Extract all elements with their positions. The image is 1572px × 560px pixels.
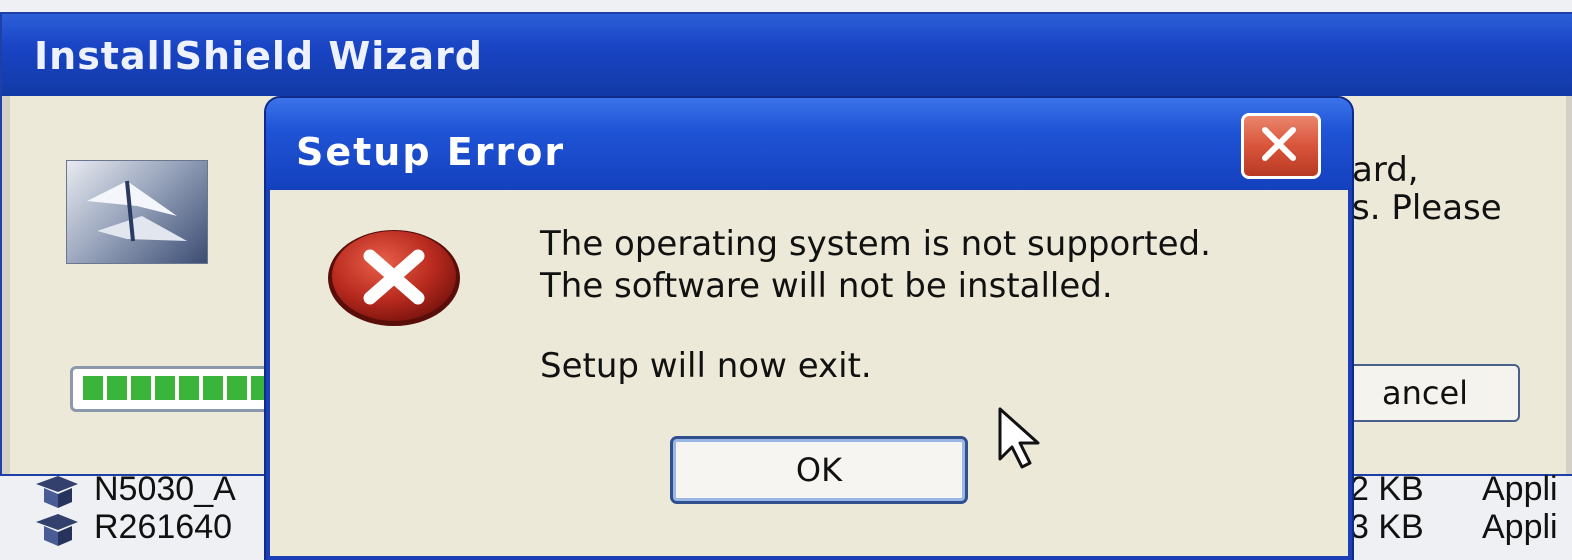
file-name: N5030_A xyxy=(94,470,236,508)
installshield-titlebar[interactable]: InstallShield Wizard xyxy=(2,14,1572,96)
setup-error-dialog: Setup Error The operating system is not … xyxy=(266,98,1352,560)
installshield-logo-icon xyxy=(66,160,208,264)
application-icon xyxy=(34,512,80,548)
installshield-text-partial-2: s. Please xyxy=(1352,188,1502,228)
file-type: Appli xyxy=(1482,508,1558,546)
close-icon xyxy=(1262,127,1296,161)
file-name: R261640 xyxy=(94,508,233,546)
error-message-line-3: Setup will now exit. xyxy=(540,346,872,386)
error-message-line-2: The software will not be installed. xyxy=(540,266,1113,306)
file-size: 2 KB xyxy=(1350,470,1424,508)
progress-segment xyxy=(179,376,199,400)
close-button[interactable] xyxy=(1241,113,1321,179)
file-type: Appli xyxy=(1482,470,1558,508)
installshield-text-partial-1: ard, xyxy=(1352,150,1419,190)
installshield-cancel-button[interactable]: ancel xyxy=(1330,364,1520,422)
mouse-cursor-icon xyxy=(998,407,1040,469)
application-icon xyxy=(34,474,80,510)
progress-segment xyxy=(83,376,103,400)
progress-segment xyxy=(155,376,175,400)
progress-segment xyxy=(131,376,151,400)
error-message-line-1: The operating system is not supported. xyxy=(540,224,1211,264)
dialog-title: Setup Error xyxy=(296,130,566,174)
progress-segment xyxy=(203,376,223,400)
dialog-titlebar[interactable]: Setup Error xyxy=(266,98,1352,190)
installshield-title: InstallShield Wizard xyxy=(34,34,483,78)
ok-button[interactable]: OK xyxy=(670,436,968,504)
file-size: 3 KB xyxy=(1350,508,1424,546)
error-icon xyxy=(328,230,460,326)
progress-segment xyxy=(107,376,127,400)
progress-segment xyxy=(227,376,247,400)
